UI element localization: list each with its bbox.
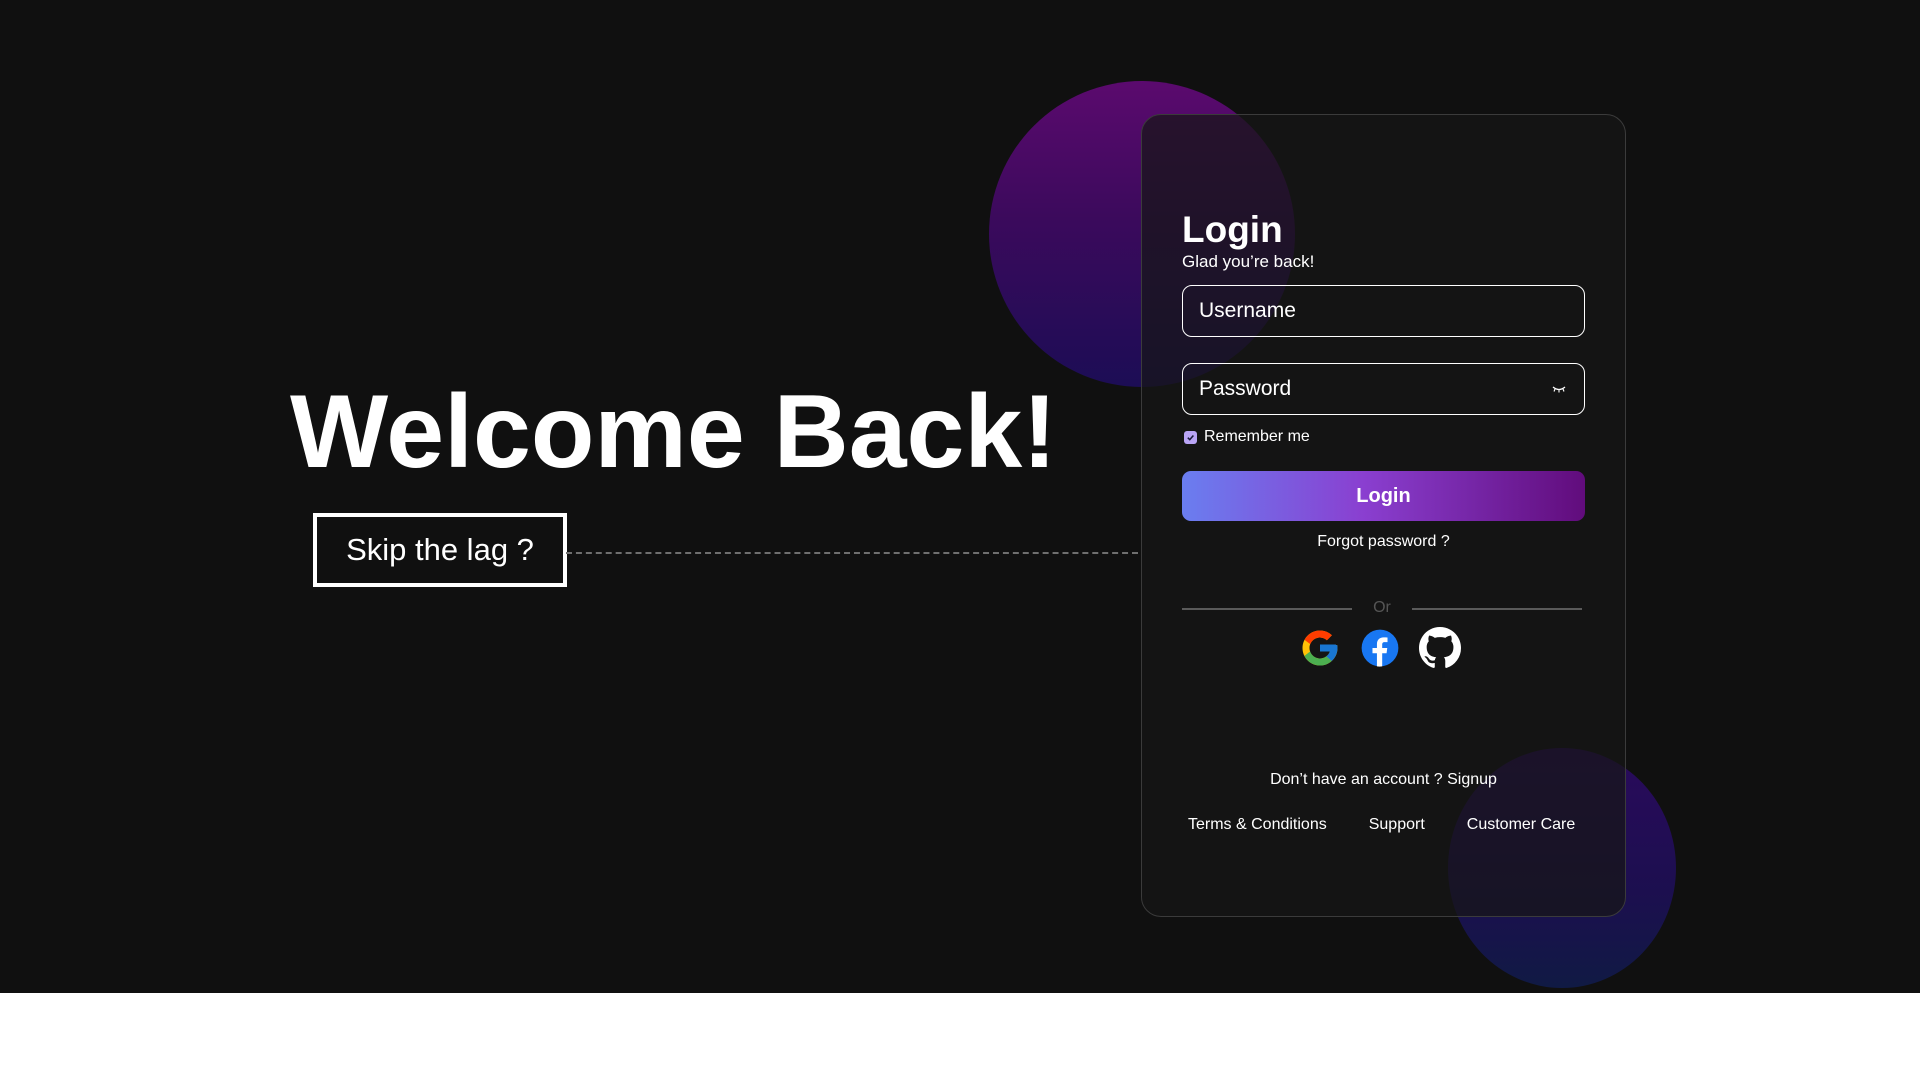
google-icon[interactable] <box>1299 627 1341 669</box>
signup-link[interactable]: Signup <box>1447 771 1497 788</box>
username-field <box>1182 285 1585 337</box>
password-input[interactable] <box>1183 364 1548 414</box>
divider-or-text: Or <box>1373 599 1391 616</box>
forgot-password-link[interactable]: Forgot password ? <box>1182 533 1585 551</box>
facebook-icon[interactable] <box>1359 627 1401 669</box>
skip-the-lag-button[interactable]: Skip the lag ? <box>313 513 567 587</box>
remember-me-checkbox[interactable] <box>1184 430 1197 444</box>
signup-prompt-row: Don’t have an account ? Signup <box>1182 771 1585 789</box>
social-login-row <box>1299 627 1461 669</box>
login-subtitle: Glad you’re back! <box>1182 252 1315 271</box>
username-input[interactable] <box>1183 286 1584 336</box>
dashed-connector-line <box>566 552 1138 554</box>
divider-left <box>1182 608 1352 610</box>
login-card: Login Glad you’re back! Remem <box>1141 114 1626 917</box>
github-icon[interactable] <box>1419 627 1461 669</box>
page-background: Welcome Back! Skip the lag ? Login Glad … <box>0 0 1920 993</box>
welcome-heading: Welcome Back! <box>290 374 1057 490</box>
customer-care-link[interactable]: Customer Care <box>1467 816 1575 834</box>
remember-me-label: Remember me <box>1204 428 1310 445</box>
login-title: Login <box>1182 209 1283 250</box>
footer-links: Terms & Conditions Support Customer Care <box>1188 816 1575 834</box>
eye-closed-icon[interactable] <box>1548 378 1570 400</box>
password-field <box>1182 363 1585 415</box>
terms-and-conditions-link[interactable]: Terms & Conditions <box>1188 816 1327 834</box>
support-link[interactable]: Support <box>1369 816 1425 834</box>
divider-right <box>1412 608 1582 610</box>
login-button[interactable]: Login <box>1182 471 1585 521</box>
remember-me-row: Remember me <box>1184 428 1310 446</box>
signup-prompt-text: Don’t have an account ? <box>1270 771 1443 788</box>
